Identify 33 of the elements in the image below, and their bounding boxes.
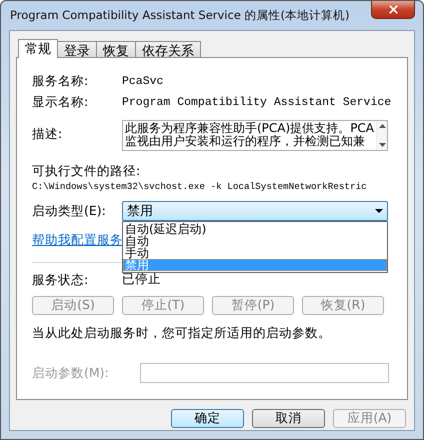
scroll-up-icon[interactable] [378,124,386,128]
dropdown-option[interactable]: 自动 [123,235,387,247]
field-label: 可执行文件的路径: [32,162,142,178]
description-box[interactable]: 此服务为程序兼容性助手(PCA)提供支持。PCA 监视由用户安装和运行的程序，并检测已知兼 [122,120,388,151]
scroll-down-icon[interactable] [378,143,386,147]
path-value: C:\Windows\system32\svchost.exe -k LocalSystemNetworkRestric [32,181,367,192]
field-label: 启动类型(E): [32,203,107,219]
startup-type-dropdown[interactable]: 禁用 [122,201,388,221]
tab[interactable]: 登录 [57,41,97,57]
help-link[interactable]: 帮助我配置服务 [32,232,123,248]
field-label: 显示名称: [32,94,90,110]
tab[interactable]: 常规 [18,39,58,58]
caret-icon [375,209,383,213]
field-value: Program Compatibility Assistant Service [122,96,392,108]
close-icon [386,3,400,16]
dropdown-option[interactable]: 自动(延迟启动) [123,223,387,235]
scrollbar[interactable] [376,121,387,150]
dropdown-option[interactable]: 手动 [123,247,387,259]
field-value: PcaSvc [122,74,164,88]
description-line: 此服务为程序兼容性助手(PCA)提供支持。PCA [125,122,374,135]
status-value: 已停止 [122,271,161,288]
field-label: 启动参数(M): [32,365,110,381]
close-button[interactable] [371,1,415,19]
field-label: 描述: [32,126,64,142]
hint-text: 当从此处启动服务时，您可指定所适用的启动参数。 [32,324,331,342]
dialog-button[interactable]: 确定 [171,409,244,428]
field-label: 服务名称: [32,73,90,89]
description-line: 监视由用户安装和运行的程序，并检测已知兼 [125,135,366,148]
window-title: Program Compatibility Assistant Service 的属性(本地计算机) [10,8,350,23]
tab[interactable]: 恢复 [96,41,136,57]
dialog-button[interactable]: 取消 [252,409,325,428]
tab[interactable]: 依存关系 [135,41,201,57]
field-label: 服务状态: [32,272,90,288]
